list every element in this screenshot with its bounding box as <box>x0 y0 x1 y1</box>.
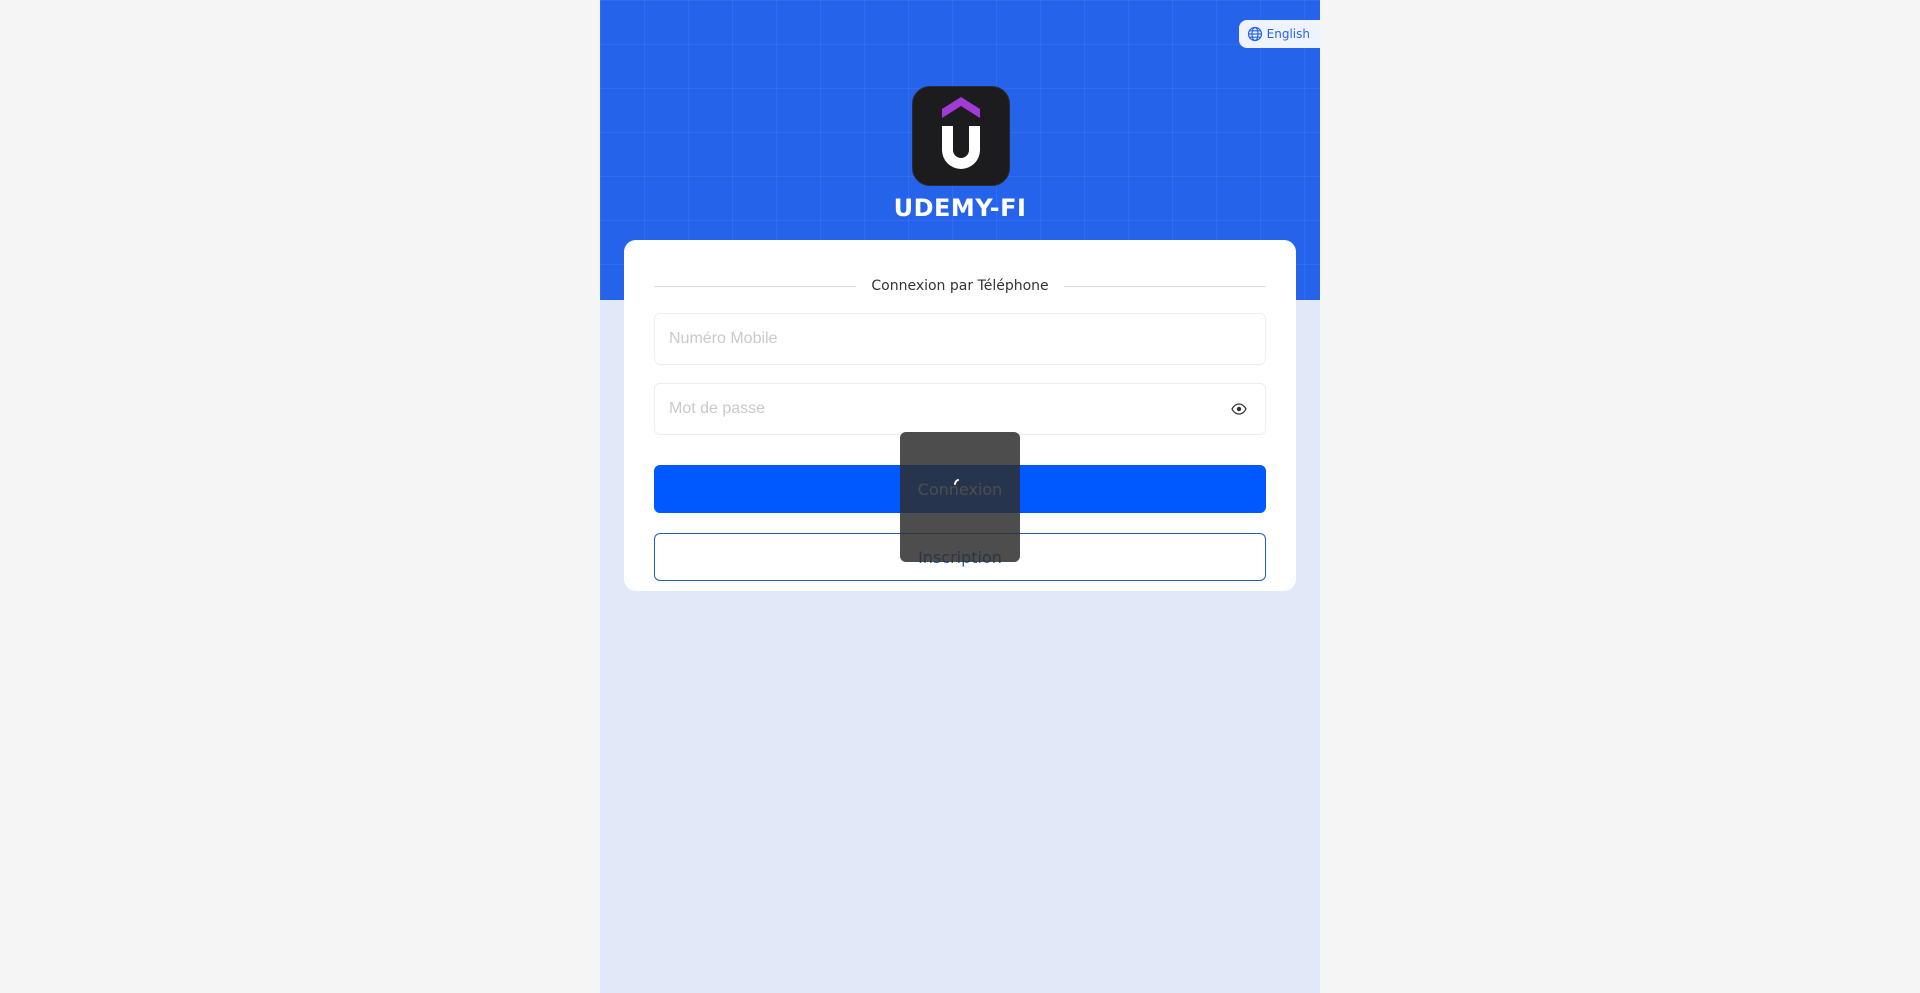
mobile-input[interactable] <box>655 314 1203 364</box>
section-title: Connexion par Téléphone <box>871 278 1049 294</box>
globe-icon <box>1247 26 1262 42</box>
udemy-u-logo-icon <box>942 97 980 169</box>
divider-line-left <box>654 285 857 287</box>
password-input[interactable] <box>655 384 1203 434</box>
language-switch-label: English <box>1266 27 1310 41</box>
language-switch-button[interactable]: English <box>1238 20 1320 48</box>
divider-line-right <box>1063 285 1267 287</box>
brand-name: UDEMY-FI <box>893 194 1027 222</box>
loading-toast <box>900 432 1020 562</box>
app-viewport: English UDEMY-FI Connexion par Téléphone <box>600 0 1320 993</box>
mobile-field <box>654 313 1266 365</box>
password-field <box>654 383 1266 435</box>
section-divider: Connexion par Téléphone <box>654 276 1267 296</box>
eye-icon[interactable] <box>1231 401 1247 417</box>
loading-spinner-icon <box>954 479 959 485</box>
app-logo <box>912 86 1010 186</box>
